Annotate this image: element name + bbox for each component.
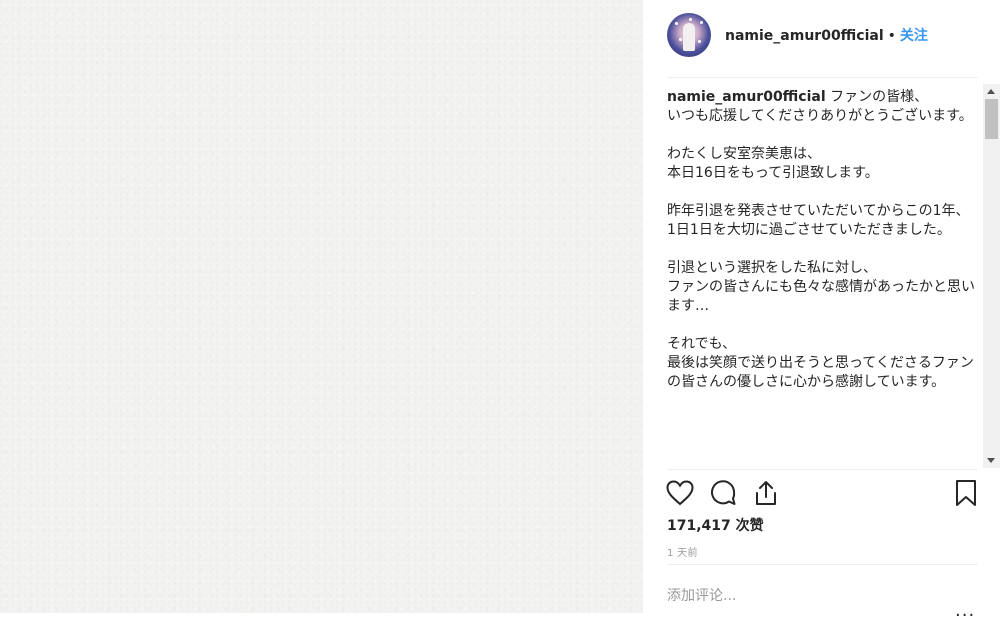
actions-divider [667, 469, 978, 470]
header-username[interactable]: namie_amur00fficial [725, 28, 884, 44]
add-comment-input[interactable]: 添加评论... [667, 585, 957, 605]
caption-paragraph-4: 引退という選択をした私に対し、 ファンの皆さんにも色々な感情があったかと思います… [667, 260, 975, 314]
caption-paragraph: namie_amur00fficial ファンの皆様、 いつも応援してくださりあ… [667, 88, 977, 126]
avatar[interactable] [667, 13, 711, 57]
caption-paragraph-5: それでも、 最後は笑顔で送り出そうと思ってくださるファンの皆さんの優しさに心から… [667, 336, 974, 390]
like-count[interactable]: 171,417 次赞 [667, 515, 764, 535]
more-options-icon[interactable]: ... [955, 600, 975, 621]
caption-area[interactable]: namie_amur00fficial ファンの皆様、 いつも応援してくださりあ… [667, 88, 977, 469]
comment-divider [667, 564, 978, 565]
header-divider [667, 77, 978, 78]
caption-paragraph-3: 昨年引退を発表させていただいてからこの1年、 1日1日を大切に過ごさせていただき… [667, 203, 970, 238]
post-timestamp[interactable]: 1 天前 [667, 544, 698, 559]
action-bar [643, 478, 1000, 512]
caption-paragraph-2: わたくし安室奈美恵は、 本日16日をもって引退致します。 [667, 146, 879, 181]
scroll-thumb[interactable] [985, 99, 998, 139]
comment-bubble-icon[interactable] [708, 478, 738, 508]
post-header: namie_amur00fficial • 关注 [643, 0, 1000, 77]
scroll-down-icon[interactable] [983, 454, 1000, 468]
post-image [0, 0, 643, 613]
caption-scrollbar[interactable] [983, 84, 1000, 468]
caption-author[interactable]: namie_amur00fficial [667, 89, 826, 105]
scroll-up-icon[interactable] [983, 84, 1000, 98]
follow-button[interactable]: 关注 [900, 28, 928, 44]
caption-text: namie_amur00fficial ファンの皆様、 いつも応援してくださりあ… [667, 88, 977, 392]
share-icon[interactable] [751, 478, 781, 508]
heart-icon[interactable] [665, 478, 695, 508]
header-user-line: namie_amur00fficial • 关注 [725, 25, 928, 45]
header-separator: • [887, 28, 896, 44]
bookmark-icon[interactable] [951, 478, 981, 508]
post-side-panel: namie_amur00fficial • 关注 namie_amur00ffici… [643, 0, 1000, 621]
